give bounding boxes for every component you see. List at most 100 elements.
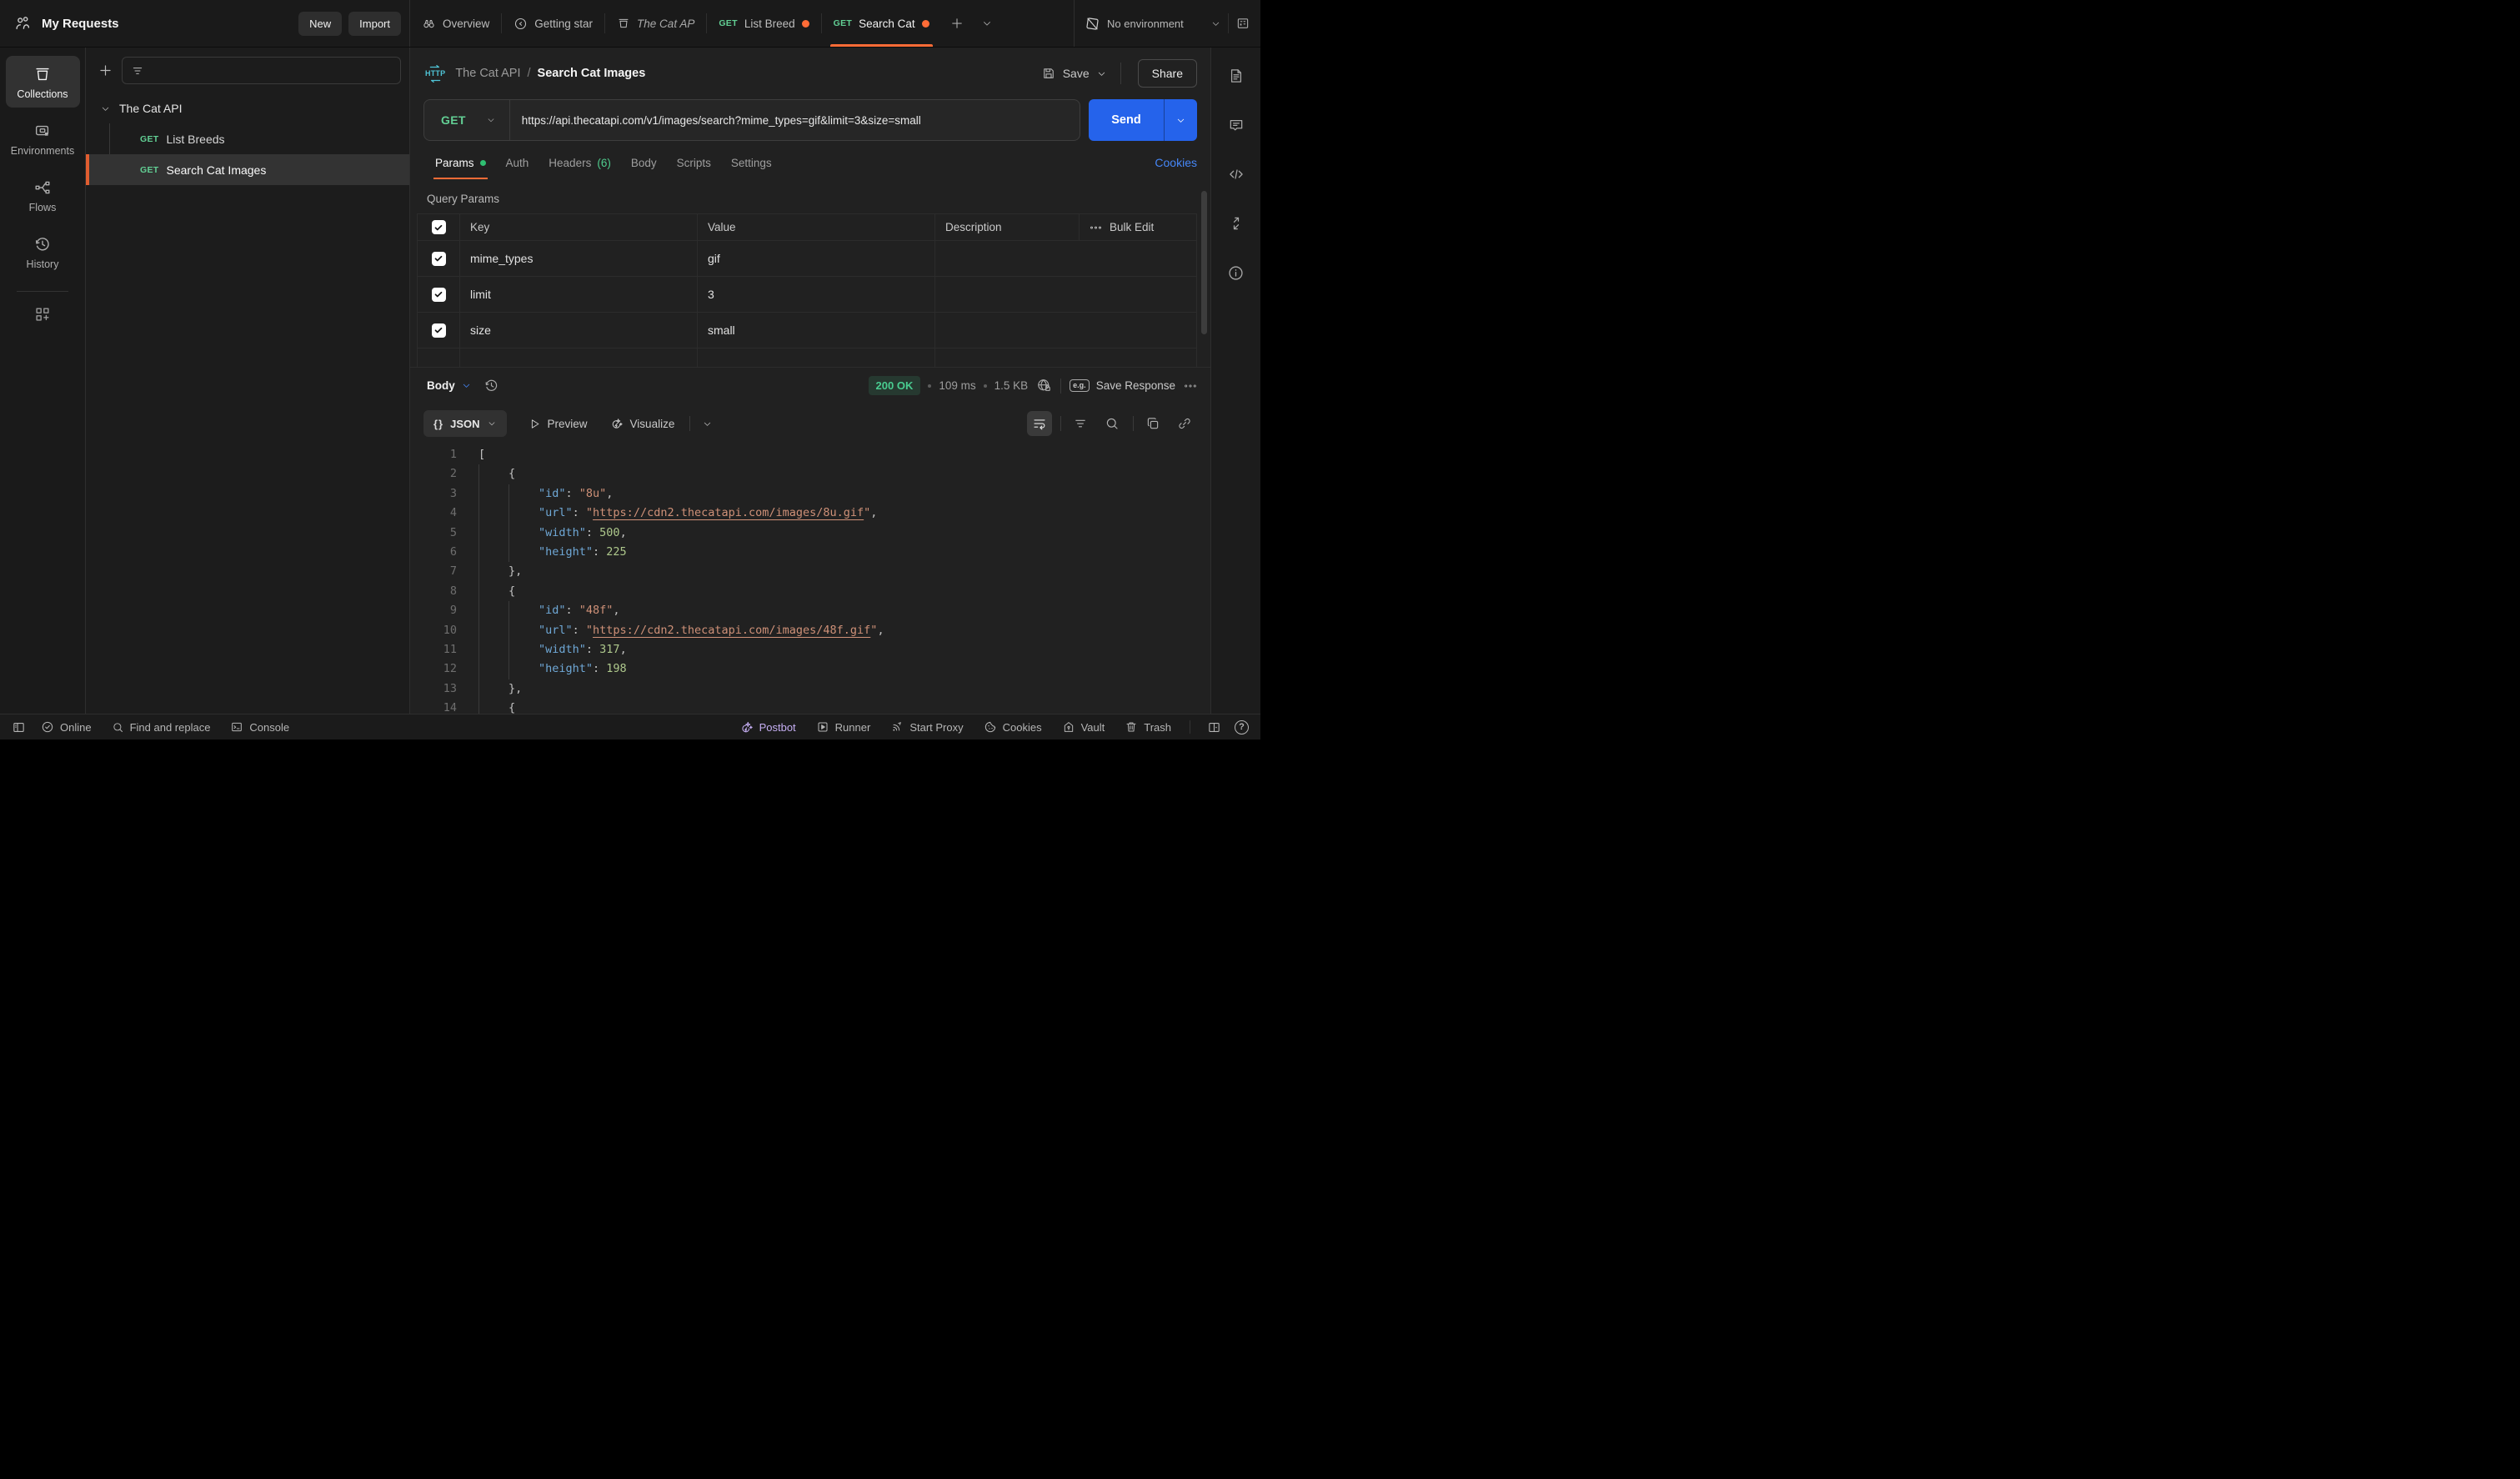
- method-chevron-icon: [486, 115, 496, 125]
- tab-auth[interactable]: Auth: [496, 146, 539, 179]
- param-description-cell[interactable]: [935, 241, 1197, 277]
- line-number: 11: [410, 640, 457, 659]
- url-input[interactable]: https://api.thecatapi.com/v1/images/sear…: [510, 100, 933, 140]
- line-number: 2: [410, 464, 457, 484]
- select-all-checkbox[interactable]: [417, 214, 460, 241]
- tab-body[interactable]: Body: [621, 146, 667, 179]
- response-body-chevron[interactable]: [461, 380, 472, 391]
- tree-request-search-cat-images[interactable]: GET Search Cat Images: [86, 154, 409, 185]
- comments-icon[interactable]: [1228, 117, 1245, 133]
- two-pane-view-icon[interactable]: [1207, 720, 1221, 734]
- param-description-cell[interactable]: [935, 277, 1197, 313]
- copy-response-icon[interactable]: [1140, 411, 1165, 436]
- param-enabled-checkbox[interactable]: [417, 313, 460, 348]
- tab-getting-started[interactable]: Getting star: [502, 0, 604, 47]
- response-body-label[interactable]: Body: [427, 379, 455, 392]
- breadcrumb-collection[interactable]: The Cat API: [455, 67, 520, 80]
- param-value-cell[interactable]: 3: [698, 277, 935, 313]
- documentation-icon[interactable]: [1228, 68, 1245, 84]
- line-number: 14: [410, 699, 457, 714]
- code-snippet-icon[interactable]: [1228, 166, 1245, 183]
- console-button[interactable]: Console: [230, 720, 289, 734]
- related-requests-icon[interactable]: [1228, 215, 1245, 232]
- param-description-cell[interactable]: [935, 313, 1197, 348]
- status-bar: Online Find and replace Console Postbot: [0, 714, 1260, 740]
- tab-scripts[interactable]: Scripts: [667, 146, 721, 179]
- tree-collection-the-cat-api[interactable]: The Cat API: [86, 93, 409, 123]
- visualize-button[interactable]: Visualize: [609, 417, 675, 431]
- save-response-button[interactable]: e.g. Save Response: [1070, 379, 1175, 392]
- collection-filter-input[interactable]: [122, 57, 401, 84]
- save-options-chevron[interactable]: [1095, 68, 1112, 79]
- sidebar-item-flows[interactable]: Flows: [6, 169, 80, 221]
- import-button[interactable]: Import: [348, 12, 401, 36]
- online-status[interactable]: Online: [41, 720, 92, 734]
- sidebar-item-collections[interactable]: Collections: [6, 56, 80, 108]
- param-value-cell[interactable]: small: [698, 313, 935, 348]
- response-history-icon[interactable]: [483, 378, 499, 394]
- vault-button[interactable]: Vault: [1062, 720, 1105, 734]
- start-proxy-button[interactable]: Start Proxy: [890, 720, 963, 734]
- trash-button[interactable]: Trash: [1125, 720, 1171, 734]
- tab-params[interactable]: Params: [425, 146, 496, 179]
- tab-headers[interactable]: Headers (6): [539, 146, 621, 179]
- breadcrumb-separator: /: [528, 67, 531, 80]
- send-button[interactable]: Send: [1089, 99, 1197, 141]
- query-params-title: Query Params: [410, 179, 1210, 213]
- postbot-button[interactable]: Postbot: [739, 720, 796, 734]
- param-key-cell[interactable]: limit: [460, 277, 698, 313]
- tab-settings[interactable]: Settings: [721, 146, 782, 179]
- param-key-cell[interactable]: mime_types: [460, 241, 698, 277]
- new-tab-button[interactable]: [941, 0, 973, 47]
- line-number: 10: [410, 621, 457, 640]
- param-enabled-checkbox[interactable]: [417, 241, 460, 277]
- tree-request-list-breeds[interactable]: GET List Breeds: [86, 123, 409, 154]
- new-button[interactable]: New: [298, 12, 342, 36]
- history-icon: [33, 235, 52, 253]
- response-format-dropdown[interactable]: {} JSON: [423, 410, 507, 437]
- find-and-replace[interactable]: Find and replace: [112, 721, 211, 734]
- tab-list-breeds[interactable]: GET List Breed: [707, 0, 820, 47]
- cookies-button[interactable]: Cookies: [984, 720, 1042, 734]
- preview-button[interactable]: Preview: [529, 418, 588, 430]
- tab-collection-preview[interactable]: The Cat AP: [605, 0, 706, 47]
- share-button[interactable]: Share: [1138, 59, 1197, 88]
- save-button[interactable]: Save: [1036, 66, 1095, 81]
- method-selector[interactable]: GET: [424, 100, 509, 140]
- cookies-link[interactable]: Cookies: [1155, 156, 1197, 169]
- network-info-icon[interactable]: [1036, 378, 1052, 394]
- tab-overview[interactable]: Overview: [410, 0, 501, 47]
- configure-sidebar-icon[interactable]: [33, 305, 52, 323]
- breadcrumb-request-name[interactable]: Search Cat Images: [538, 67, 646, 80]
- toggle-sidebar-icon[interactable]: [12, 720, 26, 734]
- response-more-icon[interactable]: [1184, 383, 1197, 389]
- info-icon[interactable]: [1227, 264, 1245, 282]
- environment-selector[interactable]: No environment: [1074, 0, 1260, 47]
- environment-quick-look-icon[interactable]: [1235, 16, 1250, 31]
- param-value-cell[interactable]: gif: [698, 241, 935, 277]
- sidebar-item-environments[interactable]: Environments: [6, 113, 80, 164]
- filter-response-icon[interactable]: [1068, 411, 1093, 436]
- tab-search-cat-images[interactable]: GET Search Cat: [822, 0, 941, 47]
- wrap-text-icon[interactable]: [1027, 411, 1052, 436]
- environment-chevron-icon: [1210, 18, 1221, 29]
- status-badge[interactable]: 200 OK: [869, 376, 921, 395]
- http-request-icon: HTTP: [425, 65, 445, 83]
- param-enabled-checkbox[interactable]: [417, 277, 460, 313]
- tab-options-chevron[interactable]: [973, 0, 1001, 47]
- share-link-icon[interactable]: [1172, 411, 1197, 436]
- runner-button[interactable]: Runner: [816, 720, 871, 734]
- code-line: 10 "url": "https://cdn2.thecatapi.com/im…: [410, 621, 1210, 640]
- response-body-json[interactable]: 1 [ 2 { 3: [410, 444, 1210, 714]
- help-icon[interactable]: [1235, 720, 1249, 734]
- query-params-header-row: Key Value Description Bulk Edit: [417, 214, 1197, 241]
- view-options-chevron[interactable]: [702, 419, 713, 429]
- params-scrollbar[interactable]: [1201, 191, 1207, 334]
- add-collection-icon[interactable]: [98, 63, 113, 78]
- bulk-edit-button[interactable]: Bulk Edit: [1080, 214, 1197, 241]
- search-response-icon[interactable]: [1100, 411, 1125, 436]
- param-key-cell[interactable]: size: [460, 313, 698, 348]
- line-number: 1: [410, 445, 457, 464]
- send-options-chevron[interactable]: [1164, 99, 1197, 141]
- sidebar-item-history[interactable]: History: [6, 226, 80, 278]
